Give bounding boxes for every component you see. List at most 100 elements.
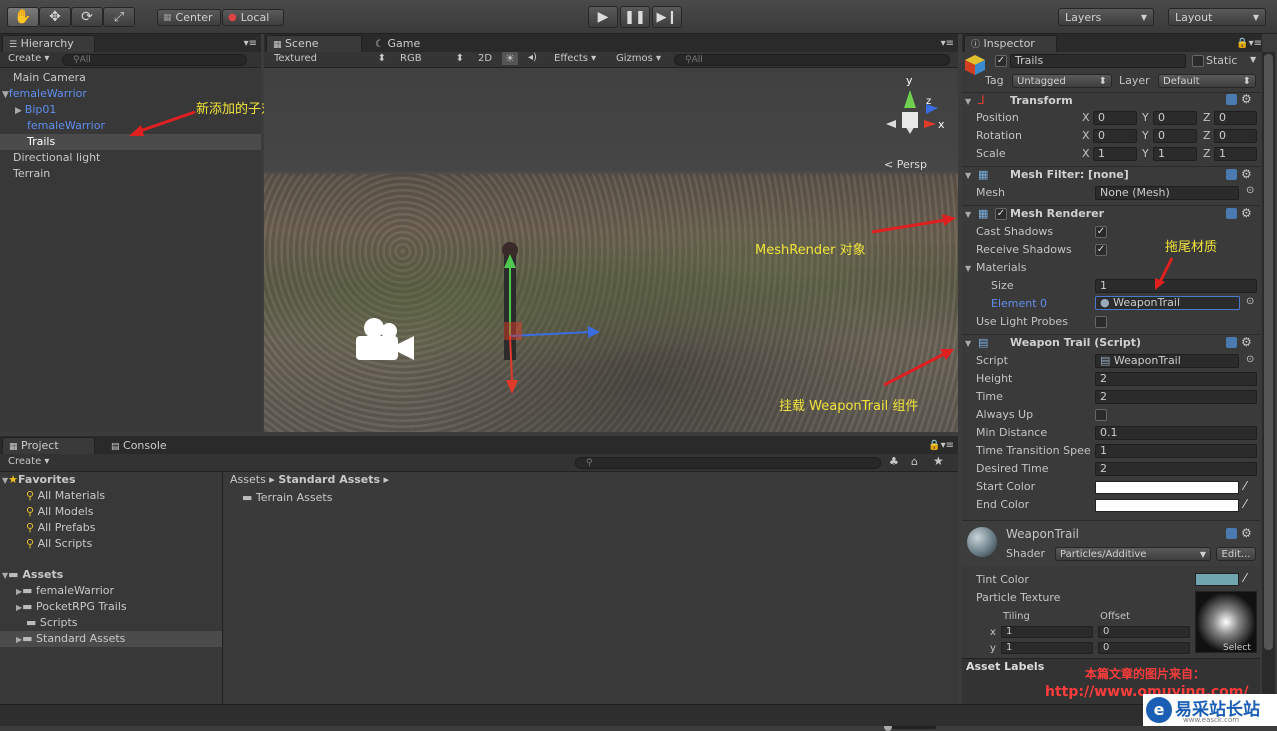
mesh-object-field[interactable]: None (Mesh): [1095, 186, 1239, 200]
min-distance-input[interactable]: 0.1: [1095, 426, 1257, 440]
asset-folder[interactable]: ▶▬ femaleWarrior: [0, 583, 222, 599]
static-checkbox[interactable]: [1192, 55, 1204, 67]
gizmos-dropdown[interactable]: Gizmos ▾: [616, 53, 661, 64]
materials-label[interactable]: Materials: [976, 261, 1026, 275]
rotate-tool-button[interactable]: ⟳: [71, 7, 103, 27]
time-transition-speed-input[interactable]: 1: [1095, 444, 1257, 458]
favorite-item[interactable]: ⚲ All Scripts: [0, 536, 222, 552]
tab-inspector[interactable]: ⓘ Inspector: [964, 35, 1057, 52]
help-icon[interactable]: [1226, 208, 1237, 219]
tab-project[interactable]: ▦ Project: [2, 437, 95, 454]
help-icon[interactable]: [1226, 528, 1237, 539]
start-color-swatch[interactable]: [1095, 481, 1239, 494]
render-mode-dropdown[interactable]: Textured ⬍: [274, 53, 386, 64]
time-input[interactable]: 2: [1095, 390, 1257, 404]
fold-arrow-icon[interactable]: ▼: [965, 97, 971, 106]
height-input[interactable]: 2: [1095, 372, 1257, 386]
effects-dropdown[interactable]: Effects ▾: [554, 53, 596, 64]
layers-dropdown[interactable]: Layers ▼: [1058, 8, 1154, 26]
scale-tool-button[interactable]: ⤢: [103, 7, 135, 27]
position-x-input[interactable]: 0: [1093, 111, 1137, 125]
scale-z-input[interactable]: 1: [1214, 147, 1257, 161]
gear-icon[interactable]: ⚙: [1241, 92, 1252, 106]
position-z-input[interactable]: 0: [1214, 111, 1257, 125]
pivot-center-button[interactable]: ▦ Center: [157, 9, 221, 26]
position-y-input[interactable]: 0: [1153, 111, 1197, 125]
scale-y-input[interactable]: 1: [1153, 147, 1197, 161]
eyedropper-icon[interactable]: ⁄: [1244, 571, 1246, 585]
audio-icon[interactable]: ◂): [528, 52, 537, 63]
object-picker-icon[interactable]: ⊙: [1246, 185, 1254, 196]
fold-arrow-icon[interactable]: ▼: [965, 171, 971, 180]
lighting-icon[interactable]: ☀: [502, 52, 518, 65]
static-dropdown-icon[interactable]: ▼: [1250, 55, 1256, 64]
object-name-input[interactable]: Trails: [1010, 54, 1186, 68]
breadcrumb-current[interactable]: Standard Assets: [278, 473, 380, 486]
panel-menu-icon[interactable]: ▾≡: [941, 38, 954, 49]
tab-hierarchy[interactable]: ☰ Hierarchy: [2, 35, 95, 52]
favorite-item[interactable]: ⚲ All Models: [0, 504, 222, 520]
step-button[interactable]: ▶❙: [652, 6, 682, 28]
hierarchy-item[interactable]: Directional light: [0, 150, 261, 166]
zoom-slider[interactable]: [884, 723, 936, 731]
panel-menu-icon[interactable]: ▾≡: [244, 38, 257, 49]
fold-arrow-icon[interactable]: ▼: [965, 264, 971, 273]
scene-search-input[interactable]: ⚲All: [674, 54, 950, 66]
help-icon[interactable]: [1226, 94, 1237, 105]
shader-dropdown[interactable]: Particles/Additive ▼: [1055, 547, 1211, 561]
tab-scene[interactable]: ▦ Scene: [266, 35, 362, 52]
breadcrumb-root[interactable]: Assets: [230, 473, 266, 486]
panel-menu-icon[interactable]: 🔒▾≡: [928, 440, 954, 451]
hierarchy-item[interactable]: Main Camera: [0, 70, 261, 86]
gear-icon[interactable]: ⚙: [1241, 206, 1252, 220]
gear-icon[interactable]: ⚙: [1241, 526, 1252, 540]
layout-dropdown[interactable]: Layout ▼: [1168, 8, 1266, 26]
offset-x-input[interactable]: 0: [1098, 626, 1190, 638]
favorite-star-icon[interactable]: ★: [933, 454, 944, 468]
asset-folder-selected[interactable]: ▶▬ Standard Assets: [0, 631, 222, 647]
object-picker-icon[interactable]: ⊙: [1246, 296, 1254, 307]
rotation-z-input[interactable]: 0: [1214, 129, 1257, 143]
gear-icon[interactable]: ⚙: [1241, 167, 1252, 181]
texture-select-label[interactable]: Select: [1223, 643, 1251, 653]
help-icon[interactable]: [1226, 337, 1237, 348]
tag-dropdown[interactable]: Untagged ⬍: [1012, 74, 1112, 88]
inspector-scrollbar[interactable]: [1262, 52, 1275, 704]
offset-y-input[interactable]: 0: [1098, 642, 1190, 654]
persp-label[interactable]: < Persp: [884, 158, 927, 171]
panel-menu-icon[interactable]: 🔒▾≡: [1236, 38, 1262, 49]
active-checkbox[interactable]: ✓: [995, 55, 1007, 67]
object-picker-icon[interactable]: ⊙: [1246, 354, 1254, 365]
tiling-x-input[interactable]: 1: [1001, 626, 1093, 638]
favorite-item[interactable]: ⚲ All Prefabs: [0, 520, 222, 536]
receive-shadows-checkbox[interactable]: ✓: [1095, 244, 1107, 256]
assets-header[interactable]: ▼▬ Assets: [0, 567, 222, 583]
asset-folder[interactable]: ▶▬ PocketRPG Trails: [0, 599, 222, 615]
transform-header[interactable]: [962, 92, 1260, 112]
desired-time-input[interactable]: 2: [1095, 462, 1257, 476]
move-tool-button[interactable]: ✥: [39, 7, 71, 27]
hand-tool-button[interactable]: ✋: [7, 7, 39, 27]
hierarchy-item[interactable]: Terrain: [0, 166, 261, 182]
rotation-y-input[interactable]: 0: [1153, 129, 1197, 143]
fold-arrow-icon[interactable]: ▼: [965, 339, 971, 348]
gear-icon[interactable]: ⚙: [1241, 335, 1252, 349]
tint-color-swatch[interactable]: [1195, 573, 1239, 586]
mesh-renderer-enabled-checkbox[interactable]: ✓: [995, 208, 1007, 220]
play-button[interactable]: ▶: [588, 6, 618, 28]
material-element-field[interactable]: ● WeaponTrail: [1095, 296, 1240, 310]
eyedropper-icon[interactable]: ⁄: [1244, 479, 1246, 493]
pivot-local-button[interactable]: ● Local: [222, 9, 284, 26]
create-dropdown[interactable]: Create ▾: [8, 53, 49, 64]
favorites-header[interactable]: ▼★Favorites: [0, 472, 222, 488]
asset-folder[interactable]: ▬ Scripts: [0, 615, 222, 631]
filter-label-icon[interactable]: ⌂: [911, 455, 918, 468]
pause-button[interactable]: ❚❚: [620, 6, 650, 28]
end-color-swatch[interactable]: [1095, 499, 1239, 512]
always-up-checkbox[interactable]: [1095, 409, 1107, 421]
fold-arrow-icon[interactable]: ▼: [965, 210, 971, 219]
tab-console[interactable]: ▤ Console: [104, 437, 184, 454]
orientation-gizmo[interactable]: y z x: [876, 74, 954, 146]
expand-arrow-icon[interactable]: ▼: [2, 90, 9, 100]
script-object-field[interactable]: ▤ WeaponTrail: [1095, 354, 1239, 368]
